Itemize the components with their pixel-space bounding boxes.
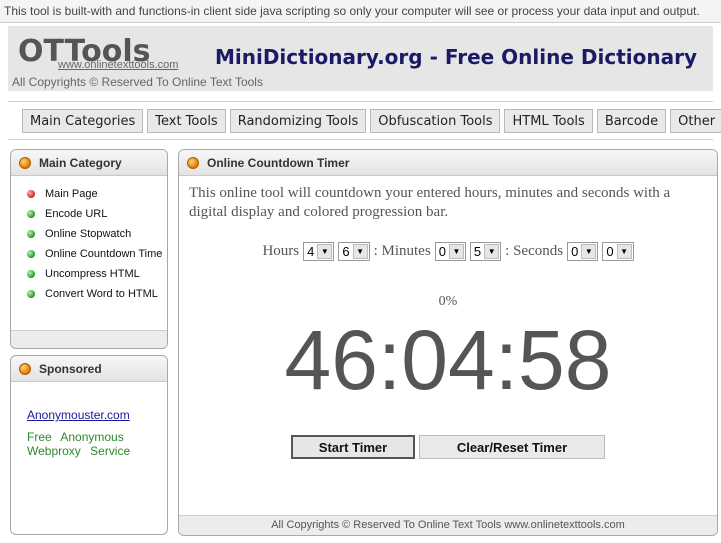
sponsor-link[interactable]: Anonymouster.com (27, 408, 130, 422)
divider-nav (8, 139, 713, 140)
sidebar-item-main-page[interactable]: Main Page (27, 184, 167, 204)
main-category-list: Main Page Encode URL Online Stopwatch On… (11, 176, 167, 304)
dropdown-arrow-icon: ▼ (317, 244, 333, 259)
logo-url-link[interactable]: www.onlinetexttools.com (58, 59, 178, 71)
sponsored-header: Sponsored (11, 356, 167, 382)
sidebar-item-uncompress-html[interactable]: Uncompress HTML (27, 264, 167, 284)
sidebar-item-online-countdown[interactable]: Online Countdown Time (27, 244, 167, 264)
seconds-tens-select[interactable]: 0 ▼ (567, 242, 599, 261)
start-timer-button[interactable]: Start Timer (291, 435, 415, 459)
category-nav: Main Categories Text Tools Randomizing T… (22, 109, 721, 133)
sidebar-item-encode-url[interactable]: Encode URL (27, 204, 167, 224)
sidebar-item-label: Online Stopwatch (45, 228, 132, 240)
seconds-label: : Seconds (505, 243, 564, 259)
minutes-label: : Minutes (373, 243, 431, 259)
time-selector-row: Hours 4 ▼ 6 ▼ : Minutes 0 ▼ 5 ▼ : Seconds 0 ▼… (179, 242, 717, 261)
sidebar-item-label: Convert Word to HTML (45, 288, 158, 300)
dropdown-arrow-icon: ▼ (448, 244, 464, 259)
nav-html-tools[interactable]: HTML Tools (504, 109, 593, 133)
sponsor-description[interactable]: Free Anonymous Webproxy Service (27, 430, 137, 458)
nav-main-categories[interactable]: Main Categories (22, 109, 144, 133)
divider-top (8, 101, 713, 102)
dropdown-arrow-icon: ▼ (581, 244, 597, 259)
hours-label: Hours (262, 243, 300, 259)
sponsored-title: Sponsored (39, 361, 102, 376)
main-category-footer (11, 330, 167, 348)
countdown-title: Online Countdown Timer (207, 155, 350, 170)
main-category-panel: Main Category Main Page Encode URL Onlin… (10, 149, 168, 349)
sidebar-item-convert-word[interactable]: Convert Word to HTML (27, 284, 167, 304)
dropdown-arrow-icon: ▼ (484, 244, 500, 259)
sidebar-item-label: Uncompress HTML (45, 268, 140, 280)
orb-icon (19, 156, 31, 169)
dropdown-arrow-icon: ▼ (352, 244, 368, 259)
green-bullet-icon (27, 230, 35, 238)
countdown-header: Online Countdown Timer (179, 150, 717, 176)
nav-obfuscation-tools[interactable]: Obfuscation Tools (370, 109, 501, 133)
main-category-title: Main Category (39, 155, 122, 170)
minutes-ones-select[interactable]: 5 ▼ (469, 242, 502, 261)
sponsored-panel: Sponsored Anonymouster.com Free Anonymou… (10, 355, 168, 535)
hours-ones-select[interactable]: 6 ▼ (338, 242, 370, 261)
hours-tens-select[interactable]: 4 ▼ (303, 242, 335, 261)
site-title-link[interactable]: MiniDictionary.org - Free Online Diction… (215, 45, 697, 69)
progress-percent: 0% (438, 294, 458, 309)
reset-timer-button[interactable]: Clear/Reset Timer (419, 435, 605, 459)
page-footer: All Copyrights © Reserved To Online Text… (179, 515, 717, 535)
dropdown-arrow-icon: ▼ (616, 244, 632, 259)
seconds-ones-select[interactable]: 0 ▼ (602, 242, 634, 261)
countdown-panel: Online Countdown Timer This online tool … (178, 149, 718, 536)
nav-other[interactable]: Other (670, 109, 721, 133)
sidebar-item-label: Encode URL (45, 208, 108, 220)
orb-icon (187, 156, 199, 169)
main-category-header: Main Category (11, 150, 167, 176)
site-header: OTTools www.onlinetexttools.com All Copy… (8, 26, 713, 91)
green-bullet-icon (27, 290, 35, 298)
sidebar-item-label: Main Page (45, 188, 98, 200)
red-bullet-icon (27, 190, 35, 198)
nav-randomizing-tools[interactable]: Randomizing Tools (229, 109, 367, 133)
header-copyright: All Copyrights © Reserved To Online Text… (12, 75, 263, 89)
script-notice-bar: This tool is built-with and functions-in… (0, 0, 721, 23)
nav-text-tools[interactable]: Text Tools (147, 109, 226, 133)
countdown-display: 46:04:58 (284, 313, 612, 407)
green-bullet-icon (27, 210, 35, 218)
tool-description: This online tool will countdown your ent… (189, 185, 671, 220)
green-bullet-icon (27, 270, 35, 278)
sidebar-item-online-stopwatch[interactable]: Online Stopwatch (27, 224, 167, 244)
green-bullet-icon (27, 250, 35, 258)
nav-barcode[interactable]: Barcode (596, 109, 667, 133)
minutes-tens-select[interactable]: 0 ▼ (434, 242, 466, 261)
sidebar-item-label: Online Countdown Time (45, 248, 163, 260)
orb-icon (19, 362, 31, 375)
